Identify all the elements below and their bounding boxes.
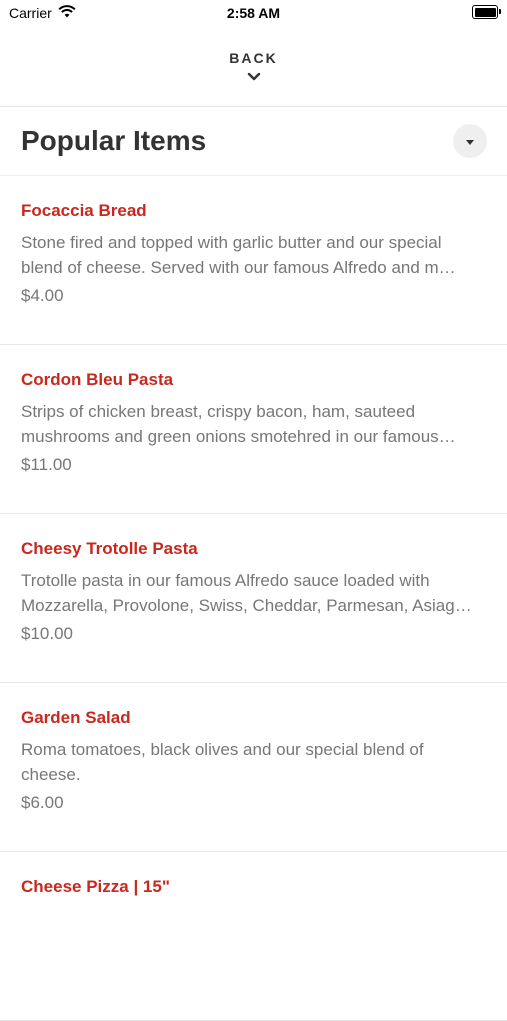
menu-item-description: Strips of chicken breast, crispy bacon, … bbox=[21, 402, 456, 446]
menu-item[interactable]: Garden Salad Roma tomatoes, black olives… bbox=[0, 683, 507, 852]
category-dropdown-button[interactable] bbox=[453, 124, 487, 158]
status-right bbox=[472, 5, 501, 19]
menu-item-name: Cheesy Trotolle Pasta bbox=[21, 539, 198, 558]
menu-item-name: Cheese Pizza | 15" bbox=[21, 877, 170, 896]
menu-item-price: $10.00 bbox=[21, 624, 73, 643]
menu-item-description: Roma tomatoes, black olives and our spec… bbox=[21, 740, 424, 784]
menu-item-name: Cordon Bleu Pasta bbox=[21, 370, 174, 389]
menu-item[interactable]: Focaccia Bread Stone fired and topped wi… bbox=[0, 176, 507, 345]
menu-item[interactable]: Cheesy Trotolle Pasta Trotolle pasta in … bbox=[0, 514, 507, 683]
section-header: Popular Items bbox=[0, 107, 507, 176]
menu-item[interactable]: Cordon Bleu Pasta Strips of chicken brea… bbox=[0, 345, 507, 514]
menu-item-description: Trotolle pasta in our famous Alfredo sau… bbox=[21, 571, 472, 615]
menu-item-price: $6.00 bbox=[21, 793, 64, 812]
back-label: BACK bbox=[229, 50, 278, 66]
menu-item-price: $11.00 bbox=[21, 455, 72, 474]
menu-item-description: Stone fired and topped with garlic butte… bbox=[21, 233, 456, 277]
battery-icon bbox=[472, 5, 501, 19]
menu-item-list: Focaccia Bread Stone fired and topped wi… bbox=[0, 176, 507, 1021]
menu-item-price: $4.00 bbox=[21, 286, 64, 305]
chevron-down-icon bbox=[247, 68, 261, 86]
menu-item[interactable]: Cheese Pizza | 15" bbox=[0, 852, 507, 1021]
status-time: 2:58 AM bbox=[226, 5, 281, 21]
back-button[interactable]: BACK bbox=[0, 30, 507, 107]
menu-item-name: Garden Salad bbox=[21, 708, 131, 727]
menu-item-name: Focaccia Bread bbox=[21, 201, 147, 220]
caret-down-icon bbox=[466, 132, 474, 150]
section-title: Popular Items bbox=[21, 125, 207, 156]
status-bar: Carrier 2:58 AM bbox=[0, 0, 507, 30]
